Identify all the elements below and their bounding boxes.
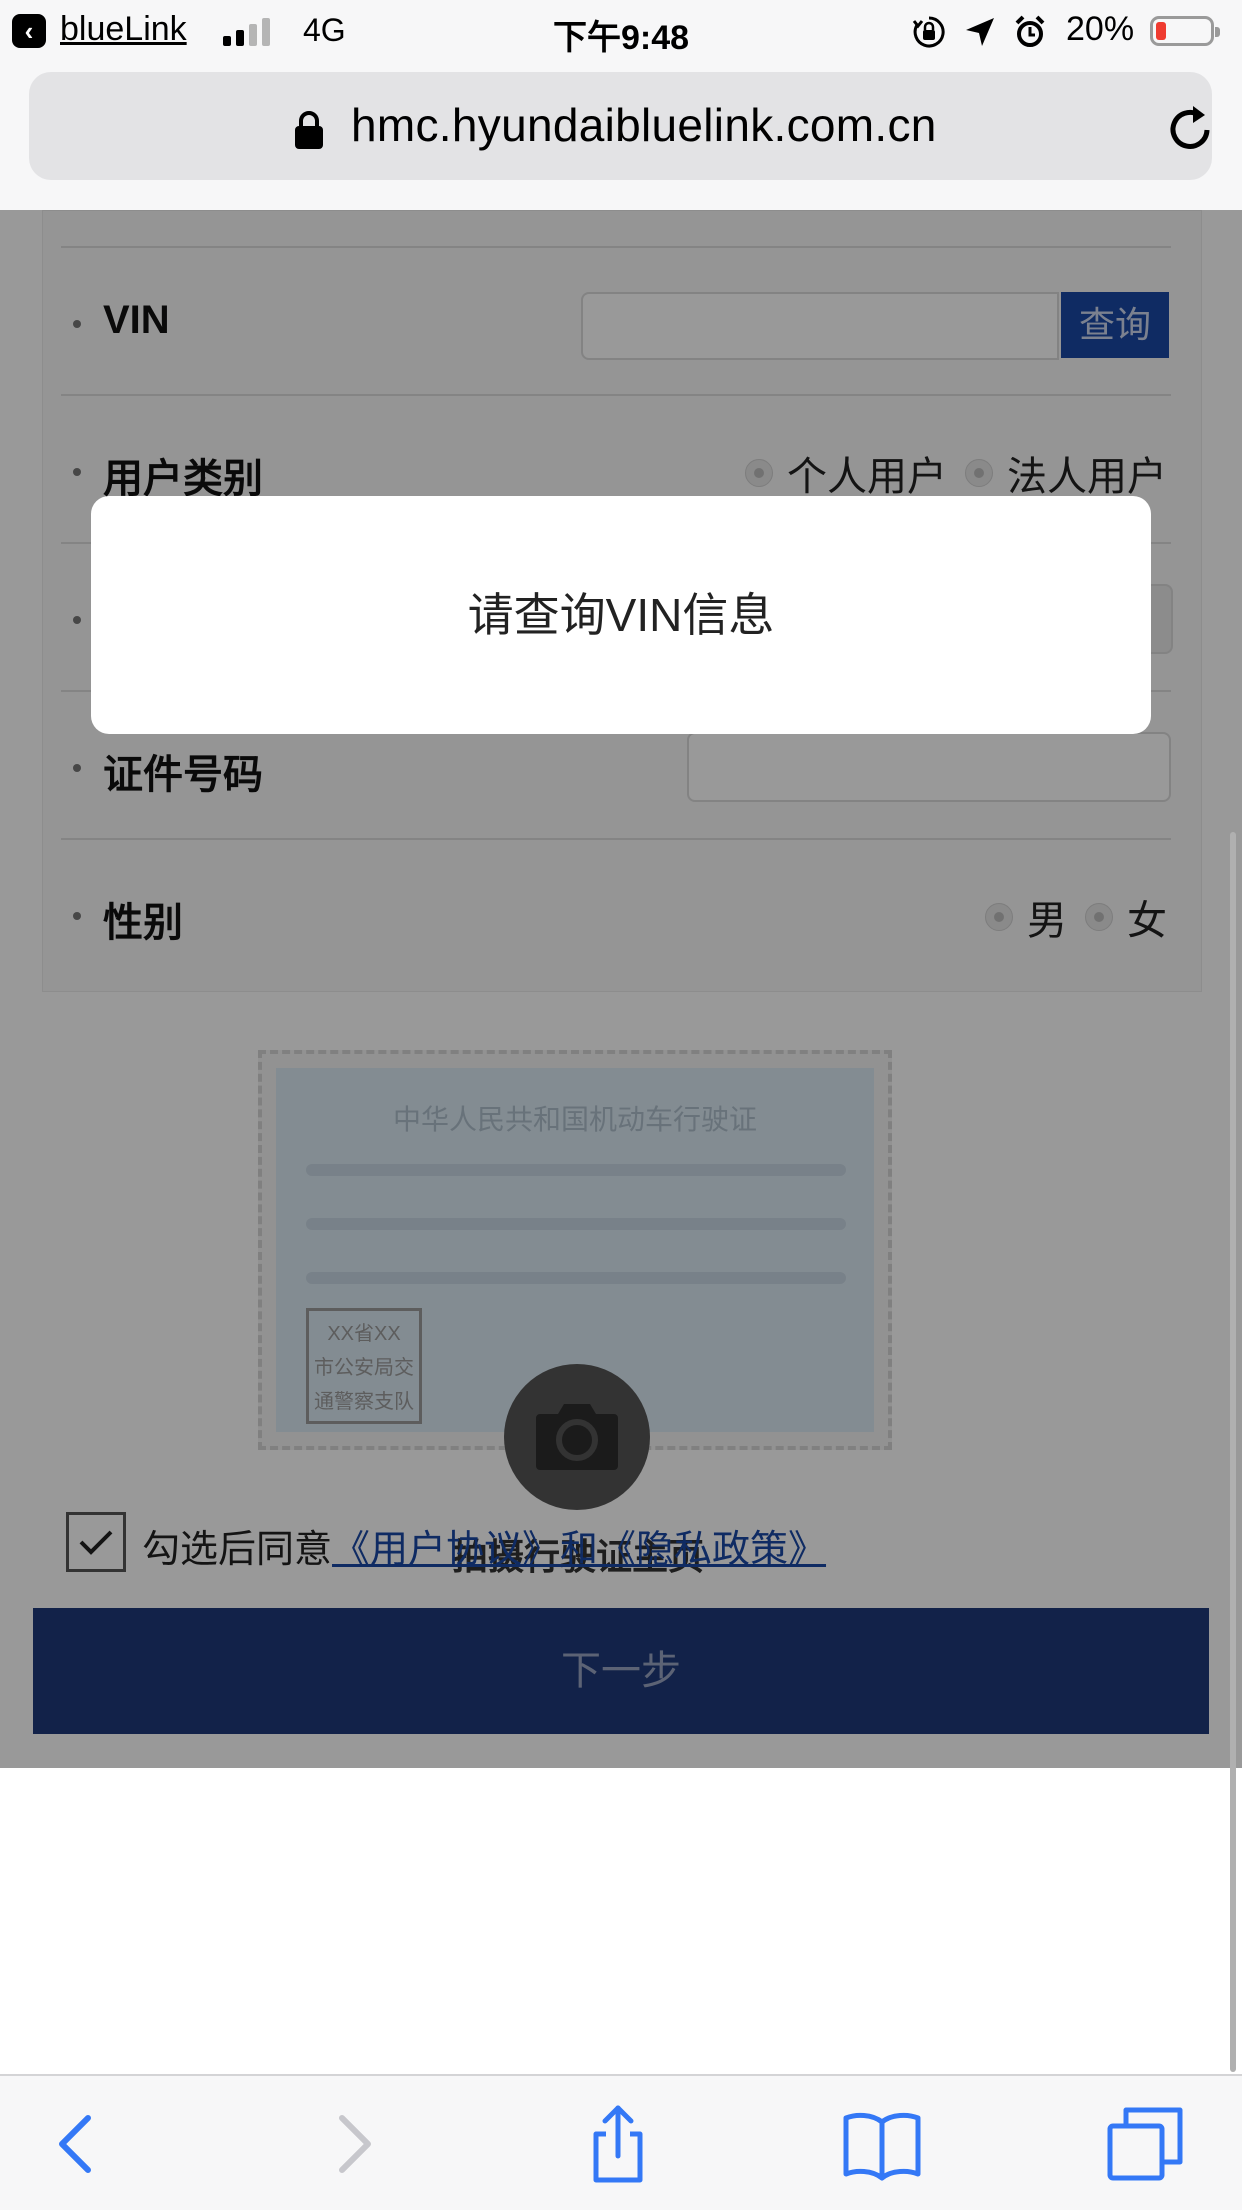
alert-dialog[interactable]: 请查询VIN信息 [91,496,1151,734]
status-icons [912,12,1046,52]
alarm-icon [1015,15,1045,47]
browser-address-area: hmc.hyundaibluelink.com.cn [0,64,1242,210]
battery-icon [1150,16,1220,46]
orientation-lock-icon [912,16,945,48]
modal-overlay[interactable] [0,210,1242,1768]
url-text[interactable]: hmc.hyundaibluelink.com.cn [351,98,937,152]
page-bottom-space [0,1768,1242,2068]
status-time: 下午9:48 [552,19,690,57]
alert-message: 请查询VIN信息 [467,589,775,641]
address-bar[interactable]: hmc.hyundaibluelink.com.cn [29,72,1212,180]
bookmarks-icon[interactable] [842,2104,922,2184]
page-scroll-indicator [1230,832,1236,2072]
browser-toolbar [0,2074,1242,2210]
status-bar: ‹ blueLink 4G 下午9:48 20% [0,0,1242,64]
back-icon[interactable] [38,2104,118,2184]
lock-icon [295,111,323,149]
battery-percent: 20% [1066,10,1135,48]
location-arrow-icon [966,18,994,46]
share-icon[interactable] [578,2104,658,2184]
forward-icon[interactable] [312,2104,392,2184]
battery-level [1156,22,1166,40]
reload-icon[interactable] [1163,102,1217,156]
tabs-icon[interactable] [1106,2104,1186,2184]
